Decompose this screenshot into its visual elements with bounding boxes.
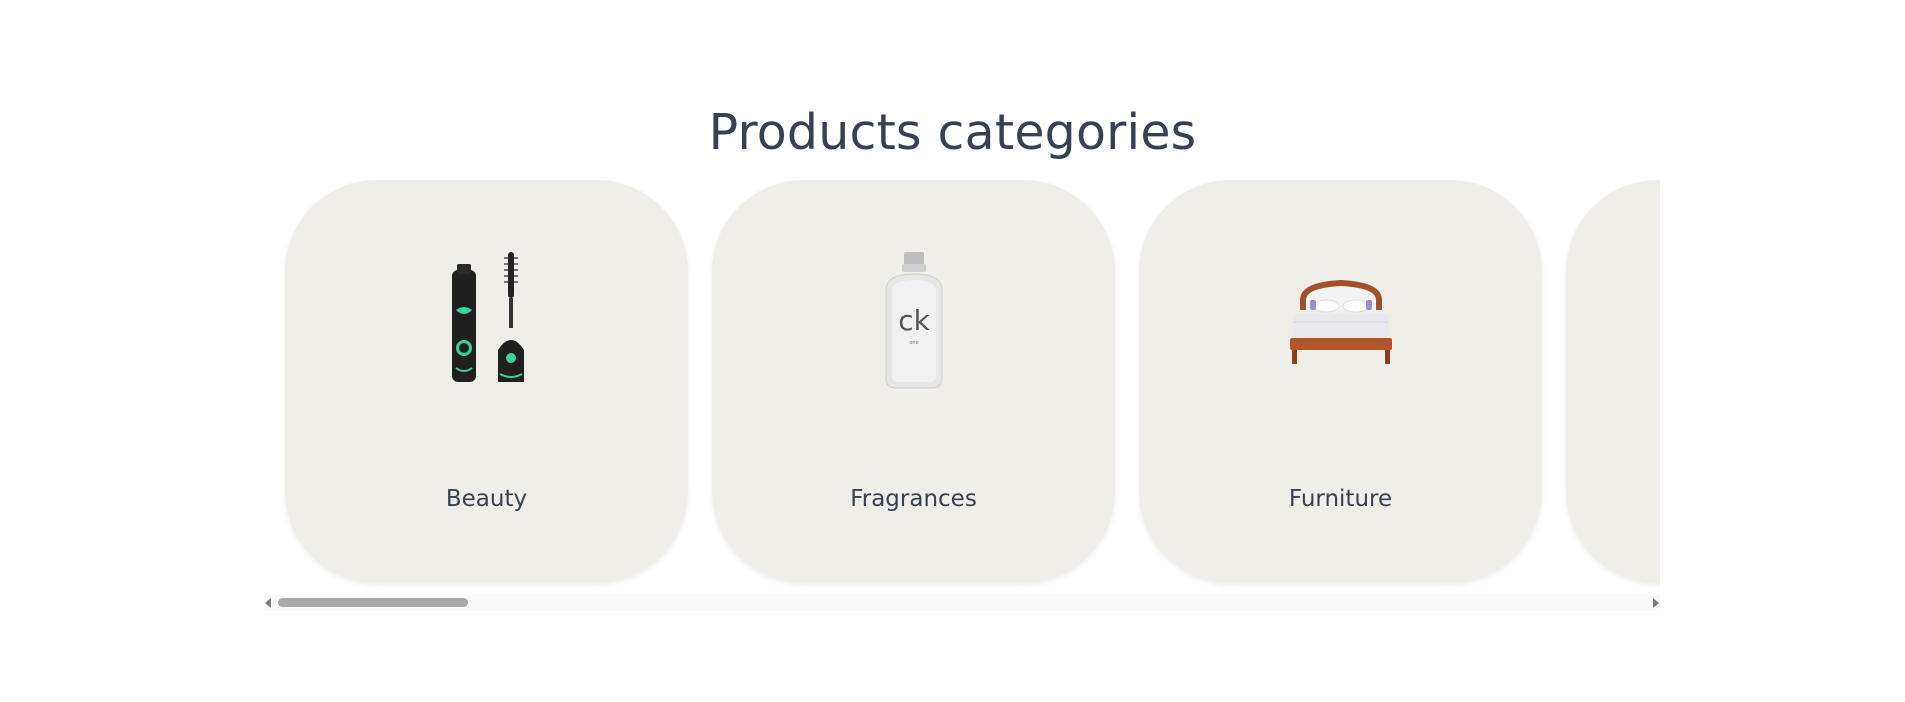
categories-carousel[interactable]: Beauty ck one Fragrances Furniture (264, 180, 1660, 612)
section-title: Products categories (708, 104, 1197, 161)
category-image-fragrances: ck one (712, 240, 1115, 400)
category-label: Beauty (445, 486, 528, 512)
scroll-right-arrow-icon[interactable] (1653, 598, 1659, 608)
category-card-fragrances[interactable]: ck one Fragrances (712, 180, 1115, 583)
category-image-beauty (285, 240, 688, 400)
horizontal-scrollbar[interactable] (264, 594, 1660, 611)
category-label: Furniture (1288, 486, 1393, 512)
bed-icon (1289, 280, 1392, 364)
scroll-left-arrow-icon[interactable] (265, 598, 271, 608)
category-image-furniture (1139, 240, 1542, 400)
svg-text:one: one (909, 340, 918, 346)
category-label: Fragrances (850, 486, 977, 512)
svg-text:ck: ck (898, 304, 930, 337)
page: Products categories Beauty ck one Fragra… (0, 0, 1905, 702)
category-card-furniture[interactable]: Furniture (1139, 180, 1542, 583)
category-card-partial[interactable] (1566, 180, 1660, 583)
category-card-beauty[interactable]: Beauty (285, 180, 688, 583)
categories-track: Beauty ck one Fragrances Furniture (264, 180, 1660, 583)
perfume-bottle-icon: ck one (885, 252, 942, 389)
scrollbar-thumb[interactable] (278, 598, 468, 607)
mascara-icon (451, 252, 524, 382)
